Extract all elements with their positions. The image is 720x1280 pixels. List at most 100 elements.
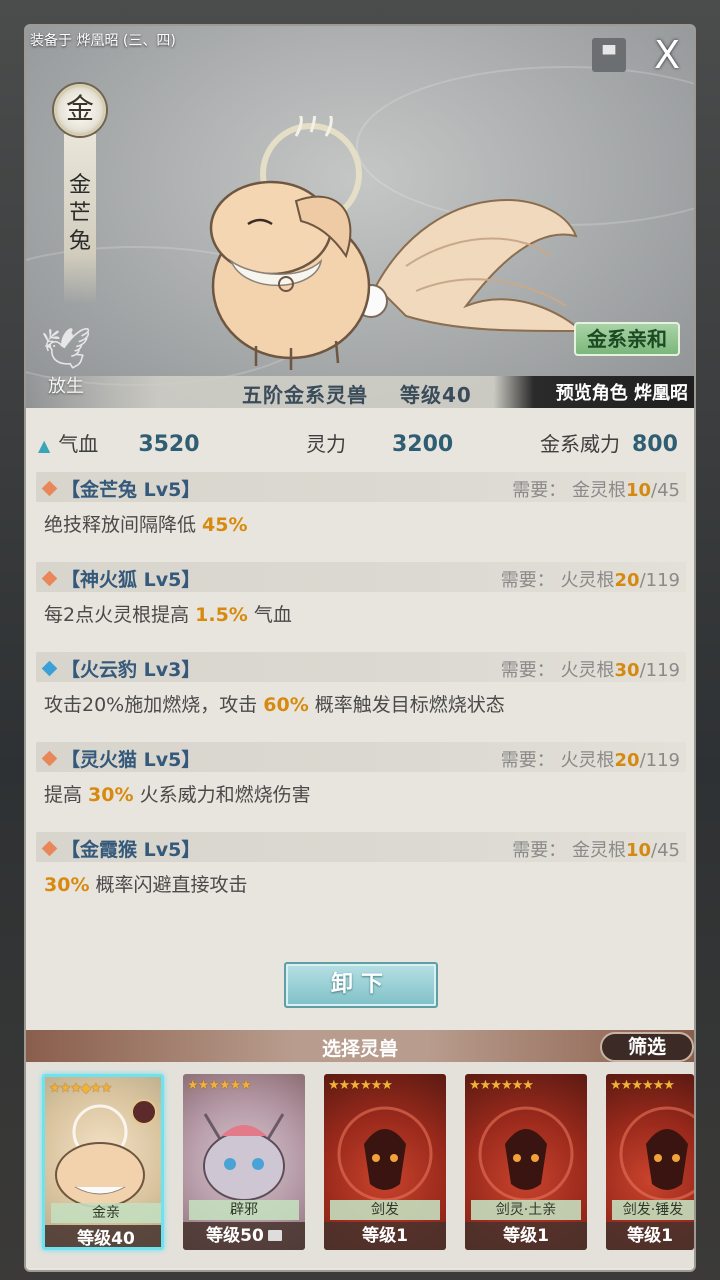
beast-card[interactable]: ★★★★★★ 剑发·锤发等级1 [606, 1074, 694, 1250]
beast-hero-area: 装备于 烨凰昭 (三、四) ▀ X 金芒兔 金 🕊 放生 金系 [26, 26, 694, 408]
skill-header: 【灵火猫 Lv5】 需要： 火灵根20/119 [36, 742, 686, 772]
skill-entry: 【金霞猴 Lv5】 需要： 金灵根10/45 30% 概率闪避直接攻击 [36, 832, 686, 922]
req-current: 20 [614, 750, 640, 771]
beast-card[interactable]: ★★★★★★ 剑发等级1 [324, 1074, 446, 1250]
desc-part: 提高 [44, 784, 89, 806]
skill-title: 【金芒兔 Lv5】 [41, 475, 201, 502]
skill-description: 每2点火灵根提高 1.5% 气血 [44, 600, 292, 627]
equipped-character-avatar [131, 1099, 157, 1125]
skill-entry: 【灵火猫 Lv5】 需要： 火灵根20/119 提高 30% 火系威力和燃烧伤害 [36, 742, 686, 832]
skill-title-text: 【火云豹 Lv3】 [61, 659, 201, 681]
skill-header: 【金芒兔 Lv5】 需要： 金灵根10/45 [36, 472, 686, 502]
req-label: 需要： 火灵根 [500, 570, 615, 591]
stats-row: ▲ 气血 3520 灵力 3200 金系威力 800 [26, 424, 694, 464]
skill-description: 绝技释放间隔降低 45% [44, 510, 248, 537]
beast-portrait [209, 116, 584, 370]
skill-title-text: 【神火狐 Lv5】 [61, 569, 201, 591]
req-max: /119 [639, 570, 680, 591]
desc-part: 30% [44, 874, 90, 896]
selection-header: 选择灵兽 筛选 [26, 1030, 694, 1062]
beast-card-level-text: 等级1 [362, 1226, 408, 1246]
stat-label: 灵力 [306, 432, 346, 456]
desc-part: 1.5% [195, 604, 248, 626]
beast-card-level-text: 等级1 [627, 1226, 673, 1246]
stat-value: 800 [632, 432, 678, 457]
skill-header: 【金霞猴 Lv5】 需要： 金灵根10/45 [36, 832, 686, 862]
beast-card-tag: 剑发·锤发 [612, 1200, 694, 1220]
desc-part: 气血 [247, 604, 292, 626]
beast-card-level: 等级50 [183, 1222, 305, 1250]
beast-info-bar: 五阶金系灵兽 等级40 预览角色 烨凰昭 [26, 376, 694, 408]
req-current: 10 [625, 840, 652, 861]
skill-title: 【火云豹 Lv3】 [41, 655, 201, 682]
beast-card-level: 等级1 [606, 1222, 694, 1250]
desc-part: 概率触发目标燃烧状态 [308, 694, 505, 716]
skill-entry: 【神火狐 Lv5】 需要： 火灵根20/119 每2点火灵根提高 1.5% 气血 [36, 562, 686, 652]
beast-card-tag: 金亲 [51, 1203, 161, 1223]
star-rating: ★★★★★★ [469, 1078, 534, 1093]
selection-title: 选择灵兽 [321, 1038, 398, 1060]
star-rating: ★★★★★★ [610, 1078, 675, 1093]
req-current: 20 [614, 570, 640, 591]
beast-card-tag: 剑灵·土亲 [471, 1200, 581, 1220]
desc-part: 每2点火灵根提高 [44, 604, 196, 626]
unequip-button[interactable]: 卸下 [284, 962, 438, 1008]
desc-part: 攻击20%施加燃烧，攻击 [44, 694, 264, 716]
stat-value: 3200 [392, 432, 454, 457]
skill-requirement: 需要： 金灵根10/45 [512, 476, 680, 502]
beast-card[interactable]: ★★★◆★★ 金亲等级40 [42, 1074, 164, 1250]
beast-card[interactable]: ★★★★★★ 剑灵·土亲等级1 [465, 1074, 587, 1250]
dove-icon: 🕊 [40, 326, 92, 372]
skill-title-text: 【金芒兔 Lv5】 [61, 479, 201, 501]
req-current: 10 [625, 480, 652, 501]
req-label: 需要： 金灵根 [512, 840, 626, 861]
stat-metal-power: 金系威力 800 [540, 428, 678, 457]
affinity-badge: 金系亲和 [574, 322, 680, 356]
req-label: 需要： 金灵根 [512, 480, 626, 501]
beast-card-level-text: 等级1 [503, 1226, 549, 1246]
skill-requirement: 需要： 火灵根30/119 [501, 656, 680, 682]
beast-card-level: 等级40 [45, 1225, 161, 1249]
skills-list: 【金芒兔 Lv5】 需要： 金灵根10/45 绝技释放间隔降低 45% 【神火狐 Lv… [36, 472, 686, 922]
beast-card-tag: 剑发 [330, 1200, 440, 1220]
diamond-icon [41, 660, 58, 677]
lock-icon [267, 1230, 282, 1241]
star-rating: ★★★◆★★ [49, 1081, 112, 1096]
beast-card[interactable]: ★★★★★★ 辟邪 等级50 [183, 1074, 305, 1250]
stat-hp: ▲ 气血 3520 [38, 428, 200, 457]
skill-description: 攻击20%施加燃烧，攻击 60% 概率触发目标燃烧状态 [44, 690, 505, 717]
req-label: 需要： 火灵根 [500, 660, 615, 681]
lock-icon[interactable]: ▀ [592, 38, 626, 72]
skill-requirement: 需要： 金灵根10/45 [512, 836, 680, 862]
skill-title-text: 【金霞猴 Lv5】 [61, 839, 201, 861]
stat-label: 气血 [58, 432, 99, 456]
diamond-icon [41, 570, 58, 587]
star-rating: ★★★★★★ [187, 1078, 252, 1093]
req-label: 需要： 火灵根 [500, 750, 615, 771]
preview-character[interactable]: 预览角色 烨凰昭 [556, 379, 688, 405]
beast-card-level-text: 等级40 [77, 1229, 135, 1249]
level-text: 等级40 [399, 383, 472, 407]
desc-part: 绝技释放间隔降低 [44, 514, 203, 536]
expand-triangle-icon[interactable]: ▲ [38, 436, 50, 455]
star-rating: ★★★★★★ [328, 1078, 393, 1093]
diamond-icon [41, 480, 58, 497]
beast-name: 金芒兔 [64, 172, 96, 256]
name-banner: 金芒兔 [64, 134, 96, 304]
filter-button[interactable]: 筛选 [600, 1032, 694, 1062]
skill-title-text: 【灵火猫 Lv5】 [61, 749, 201, 771]
req-current: 30 [614, 660, 640, 681]
beast-name-char: 金芒兔 [68, 173, 91, 254]
skill-header: 【神火狐 Lv5】 需要： 火灵根20/119 [36, 562, 686, 592]
skill-header: 【火云豹 Lv3】 需要： 火灵根30/119 [36, 652, 686, 682]
skill-entry: 【金芒兔 Lv5】 需要： 金灵根10/45 绝技释放间隔降低 45% [36, 472, 686, 562]
req-max: /119 [639, 750, 680, 771]
desc-part: 30% [88, 784, 134, 806]
rank-level: 五阶金系灵兽 等级40 [242, 379, 496, 408]
desc-part: 概率闪避直接攻击 [89, 874, 248, 896]
beast-card-tag: 辟邪 [189, 1200, 299, 1220]
skill-requirement: 需要： 火灵根20/119 [501, 746, 680, 772]
close-button[interactable]: X [650, 36, 684, 74]
desc-part: 45% [202, 514, 248, 536]
equipped-on-label: 装备于 烨凰昭 (三、四) [30, 33, 176, 49]
